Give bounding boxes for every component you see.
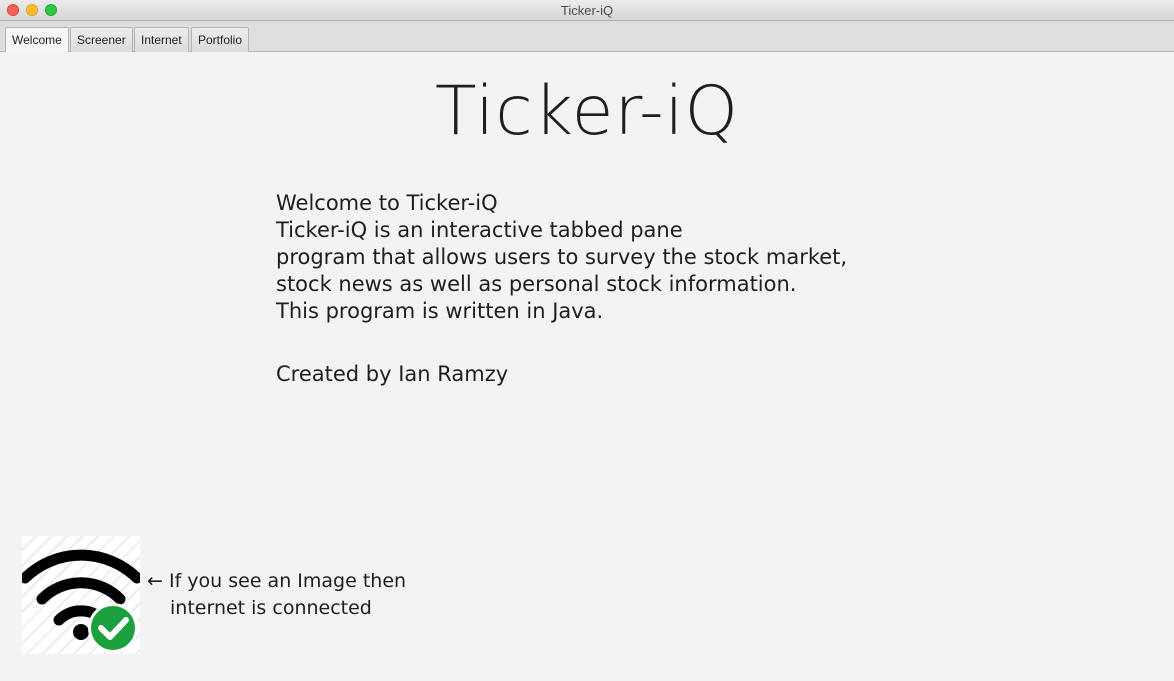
connection-note: ← If you see an Image then internet is c… <box>147 568 406 622</box>
tab-screener[interactable]: Screener <box>70 27 133 52</box>
tab-welcome[interactable]: Welcome <box>5 27 69 53</box>
description-line: Welcome to Ticker-iQ <box>276 191 498 215</box>
window-titlebar: Ticker-iQ <box>0 0 1174 21</box>
connection-note-line: ← If you see an Image then <box>147 570 407 592</box>
welcome-panel: Ticker-iQ Welcome to Ticker-iQ Ticker-iQ… <box>0 52 1174 681</box>
app-title: Ticker-iQ <box>434 72 740 151</box>
description-line: Ticker-iQ is an interactive tabbed pane <box>276 218 683 242</box>
welcome-description: Welcome to Ticker-iQ Ticker-iQ is an int… <box>276 190 847 325</box>
tab-portfolio[interactable]: Portfolio <box>191 27 250 52</box>
tab-internet[interactable]: Internet <box>134 27 189 52</box>
tab-bar: Welcome Screener Internet Portfolio <box>0 21 1174 53</box>
wifi-icon <box>19 549 143 653</box>
author-credit: Created by Ian Ramzy <box>276 362 509 386</box>
description-line: stock news as well as personal stock inf… <box>276 272 797 296</box>
wifi-connected-icon <box>19 536 143 654</box>
window-title: Ticker-iQ <box>560 3 614 18</box>
description-line: program that allows users to survey the … <box>276 245 848 269</box>
connection-note-line: internet is connected <box>170 597 372 619</box>
checkmark-badge-icon <box>88 603 138 653</box>
description-line: This program is written in Java. <box>276 299 604 323</box>
